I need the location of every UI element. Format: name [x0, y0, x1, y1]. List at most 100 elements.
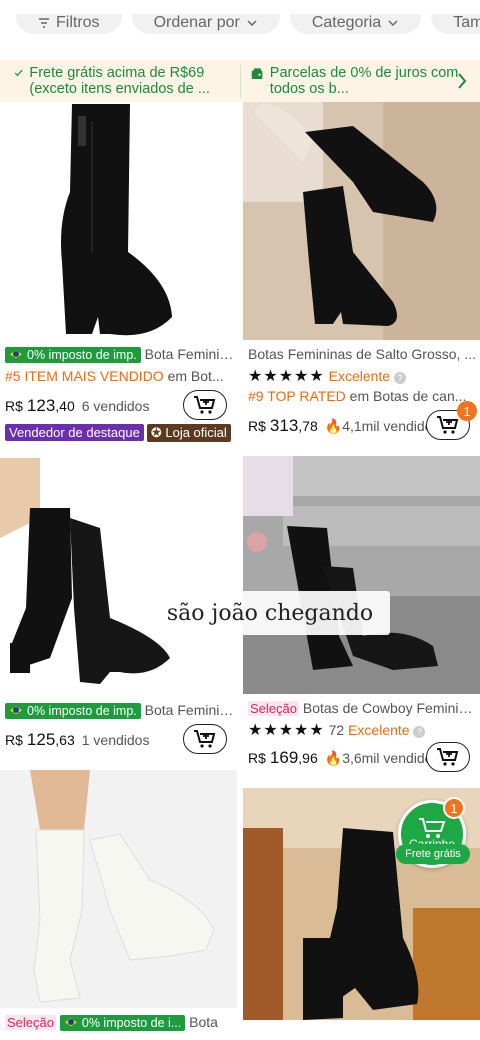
boot-image	[0, 770, 237, 1008]
add-to-cart-icon	[437, 416, 459, 434]
free-shipping-promo[interactable]: Frete grátis acima de R$69 (exceto itens…	[0, 65, 240, 97]
info-icon: ?	[413, 726, 426, 738]
import-tax-badge: 0% imposto de imp.	[5, 347, 141, 364]
product-title-line: Seleção 0% imposto de i... Bota	[5, 1014, 235, 1032]
product-image[interactable]	[243, 456, 480, 694]
product-title: Bota Feminina...	[144, 702, 235, 718]
add-to-cart-icon	[194, 730, 216, 748]
official-store-label: Loja oficial	[165, 425, 227, 440]
info-icon: ?	[393, 372, 406, 384]
import-tax-label: 0% imposto de imp.	[27, 348, 137, 363]
floating-cart-count: 1	[443, 797, 465, 819]
free-shipping-pill: Frete grátis	[396, 844, 470, 864]
check-icon	[14, 69, 23, 77]
price-decimal: ,78	[298, 418, 318, 434]
product-title-line: 0% imposto de imp. Bota Feminina...	[5, 346, 235, 364]
price-decimal: ,40	[55, 398, 75, 414]
filter-chip-sort[interactable]: Ordenar por	[131, 14, 280, 34]
rating-stars-icon: ★★★★★	[248, 722, 325, 739]
product-title: Botas Femininas de Salto Grosso, ...	[248, 346, 476, 362]
price-decimal: ,96	[298, 750, 318, 766]
filter-chip-label: Ordenar por	[153, 14, 240, 31]
product-title: Botas de Cowboy Feminina...	[302, 700, 478, 716]
video-caption: são joão chegando	[150, 591, 390, 635]
sold-count: 🔥4,1mil vendidos	[325, 418, 440, 435]
price-integer: 169	[269, 748, 299, 767]
top-seller-tag: Vendedor de destaque	[5, 424, 144, 441]
cart-count-badge: 1	[457, 401, 477, 421]
rating-label: Excelente	[328, 368, 391, 384]
flame-icon: 🔥	[324, 418, 343, 434]
add-to-cart-button[interactable]: 1	[426, 401, 477, 440]
ranking-category: em Botas de can...	[349, 388, 467, 404]
price-currency: R$	[248, 418, 266, 434]
ranking-label: #9 TOP RATED	[248, 388, 346, 404]
sold-count-label: 4,1mil vendidos	[342, 418, 440, 434]
product-listing-page: Filtros Ordenar por Categoria Tamanho Fr…	[0, 0, 480, 1040]
price-integer: 125	[26, 730, 56, 749]
price-currency: R$	[248, 750, 266, 766]
sold-count: 6 vendidos	[81, 398, 150, 414]
sold-count-label: 3,6mil vendidos	[342, 750, 440, 766]
cart-icon	[419, 818, 446, 838]
product-title: Bota	[189, 1014, 218, 1030]
product-image[interactable]	[0, 458, 237, 698]
add-to-cart-button[interactable]	[183, 724, 227, 754]
boot-image	[243, 102, 480, 340]
price-currency: R$	[5, 398, 23, 414]
filter-chip-label: Categoria	[311, 14, 382, 31]
boot-image	[243, 456, 480, 694]
price-row: R$ 125,63 1 vendidos	[5, 730, 149, 750]
filter-chip-category[interactable]: Categoria	[289, 14, 422, 34]
brazil-flag-icon	[61, 1016, 80, 1029]
chevron-right-icon[interactable]	[456, 71, 468, 91]
product-card[interactable]: 0% imposto de imp. Bota Feminina... #5 I…	[0, 102, 237, 452]
price-integer: 123	[26, 396, 56, 415]
add-to-cart-button[interactable]	[426, 742, 470, 772]
product-title-line: Seleção Botas de Cowboy Feminina...	[248, 700, 478, 716]
rating-stars-icon: ★★★★★	[248, 368, 325, 385]
rating-count: 72	[328, 722, 345, 738]
rating-line[interactable]: ★★★★★ Excelente ?	[248, 366, 478, 386]
product-title-line: 0% imposto de imp. Bota Feminina...	[5, 702, 235, 720]
installments-text: Parcelas de 0% de juros com todos os b..…	[269, 65, 459, 97]
product-card[interactable]: Seleção 0% imposto de i... Bota	[0, 770, 237, 1040]
seller-tags: Vendedor de destaque ✪ Loja oficial	[5, 424, 235, 442]
ranking-line[interactable]: #5 ITEM MAIS VENDIDO em Bot...	[5, 368, 235, 384]
chevron-down-icon	[388, 20, 398, 27]
filter-chip-label: Filtros	[56, 14, 100, 31]
ranking-label: #5 ITEM MAIS VENDIDO	[5, 368, 164, 384]
add-to-cart-icon	[437, 748, 459, 766]
filter-bar: Filtros Ordenar por Categoria Tamanho	[0, 14, 480, 50]
promo-banner[interactable]: Frete grátis acima de R$69 (exceto itens…	[0, 60, 480, 102]
product-card[interactable]: Botas Femininas de Salto Grosso, ... ★★★…	[243, 102, 480, 452]
ranking-line[interactable]: #9 TOP RATED em Botas de can...	[248, 388, 478, 404]
product-image[interactable]	[0, 770, 237, 1008]
official-store-tag: ✪ Loja oficial	[146, 424, 231, 442]
import-tax-label: 0% imposto de imp.	[27, 704, 137, 719]
rating-label: Excelente	[348, 722, 410, 738]
product-image[interactable]	[0, 102, 237, 342]
product-image[interactable]	[243, 102, 480, 340]
price-currency: R$	[5, 732, 23, 748]
import-tax-badge: 0% imposto de i...	[59, 1015, 186, 1032]
filter-chip-label: Tamanho	[453, 14, 480, 31]
import-tax-badge: 0% imposto de imp.	[5, 703, 141, 720]
selection-badge: Seleção	[248, 701, 299, 716]
flame-icon: 🔥	[324, 750, 343, 766]
import-tax-label: 0% imposto de i...	[81, 1016, 182, 1031]
filter-chip-size[interactable]: Tamanho	[431, 14, 480, 34]
verified-icon: ✪	[150, 425, 166, 440]
selection-badge: Seleção	[5, 1015, 56, 1030]
installments-promo[interactable]: Parcelas de 0% de juros com todos os b..…	[241, 65, 463, 97]
chevron-down-icon	[247, 20, 257, 27]
rating-line[interactable]: ★★★★★ 72 Excelente ?	[248, 720, 478, 740]
filter-icon	[39, 18, 49, 28]
sold-count: 🔥3,6mil vendidos	[325, 750, 440, 767]
price-integer: 313	[269, 416, 299, 435]
wallet-icon	[251, 68, 263, 79]
filter-chip-filters[interactable]: Filtros	[16, 14, 122, 34]
boot-image	[0, 458, 170, 684]
add-to-cart-button[interactable]	[183, 390, 227, 420]
price-row: R$ 169,96 🔥3,6mil vendidos	[248, 748, 439, 768]
